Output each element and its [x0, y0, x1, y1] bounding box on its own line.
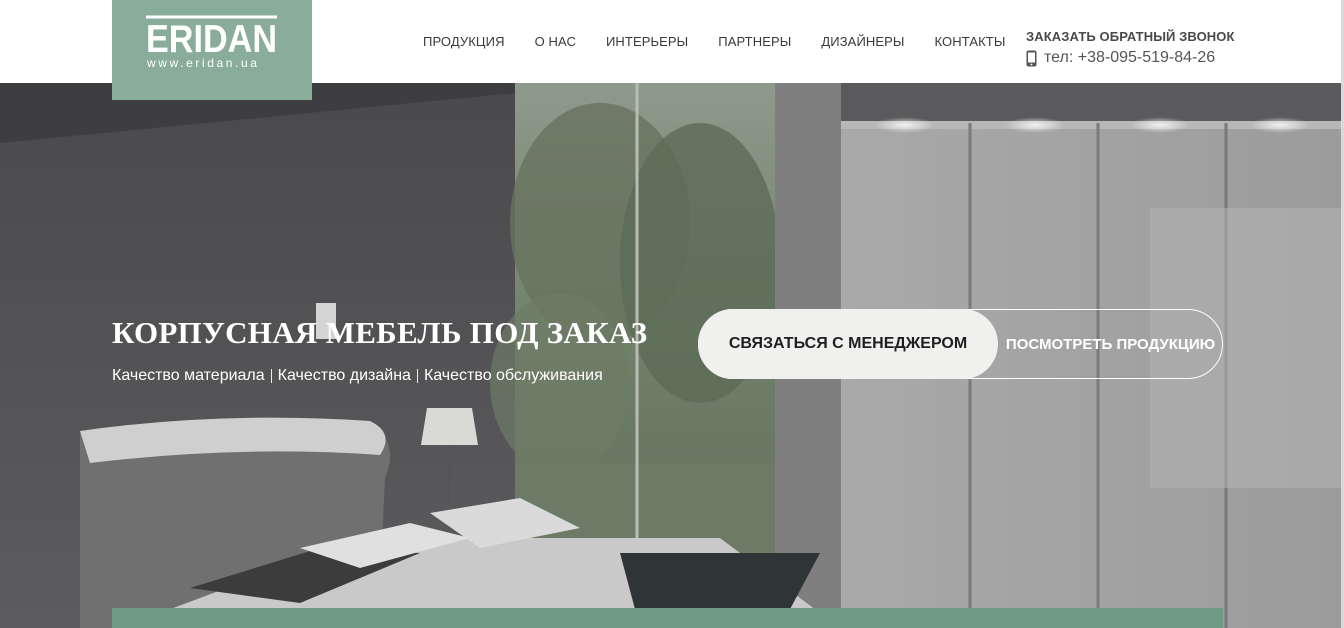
nav-item-contacts[interactable]: КОНТАКТЫ — [935, 34, 1006, 49]
hero-banner: КОРПУСНАЯ МЕБЕЛЬ ПОД ЗАКАЗ Качество мате… — [0, 83, 1341, 628]
hero-title: КОРПУСНАЯ МЕБЕЛЬ ПОД ЗАКАЗ — [112, 315, 648, 350]
contact-manager-button[interactable]: СВЯЗАТЬСЯ С МЕНЕДЖЕРОМ — [698, 309, 998, 379]
phone-number[interactable]: тел: +38-095-519-84-26 — [1044, 49, 1215, 67]
hero-features: Качество материала Качество дизайна Каче… — [112, 367, 603, 385]
feature-design: Качество дизайна — [277, 367, 411, 384]
section-green-strip — [112, 608, 1223, 628]
phone-row: тел: +38-095-519-84-26 — [1026, 49, 1222, 67]
nav-item-interiors[interactable]: ИНТЕРЬЕРЫ — [606, 34, 688, 49]
mobile-phone-icon — [1026, 50, 1037, 66]
logo-wordmark: ERIDAN — [146, 18, 277, 61]
nav-item-products[interactable]: ПРОДУКЦИЯ — [423, 34, 505, 49]
callback-block: ЗАКАЗАТЬ ОБРАТНЫЙ ЗВОНОК тел: +38-095-51… — [1026, 29, 1234, 67]
nav-item-designers[interactable]: ДИЗАЙНЕРЫ — [821, 34, 904, 49]
feature-service: Качество обслуживания — [423, 367, 603, 384]
eridan-logo: ERIDAN www.eridan.ua — [146, 15, 277, 70]
logo-url: www.eridan.ua — [146, 56, 260, 70]
site-logo[interactable]: ERIDAN www.eridan.ua — [112, 0, 312, 100]
view-products-button[interactable]: ПОСМОТРЕТЬ ПРОДУКЦИЮ — [998, 309, 1223, 379]
feature-divider — [270, 369, 272, 383]
feature-divider — [416, 369, 418, 383]
nav-item-about[interactable]: О НАС — [535, 34, 576, 49]
main-nav: ПРОДУКЦИЯ О НАС ИНТЕРЬЕРЫ ПАРТНЕРЫ ДИЗАЙ… — [423, 0, 1005, 83]
feature-material: Качество материала — [112, 367, 265, 384]
callback-link[interactable]: ЗАКАЗАТЬ ОБРАТНЫЙ ЗВОНОК — [1026, 29, 1234, 44]
nav-item-partners[interactable]: ПАРТНЕРЫ — [718, 34, 791, 49]
